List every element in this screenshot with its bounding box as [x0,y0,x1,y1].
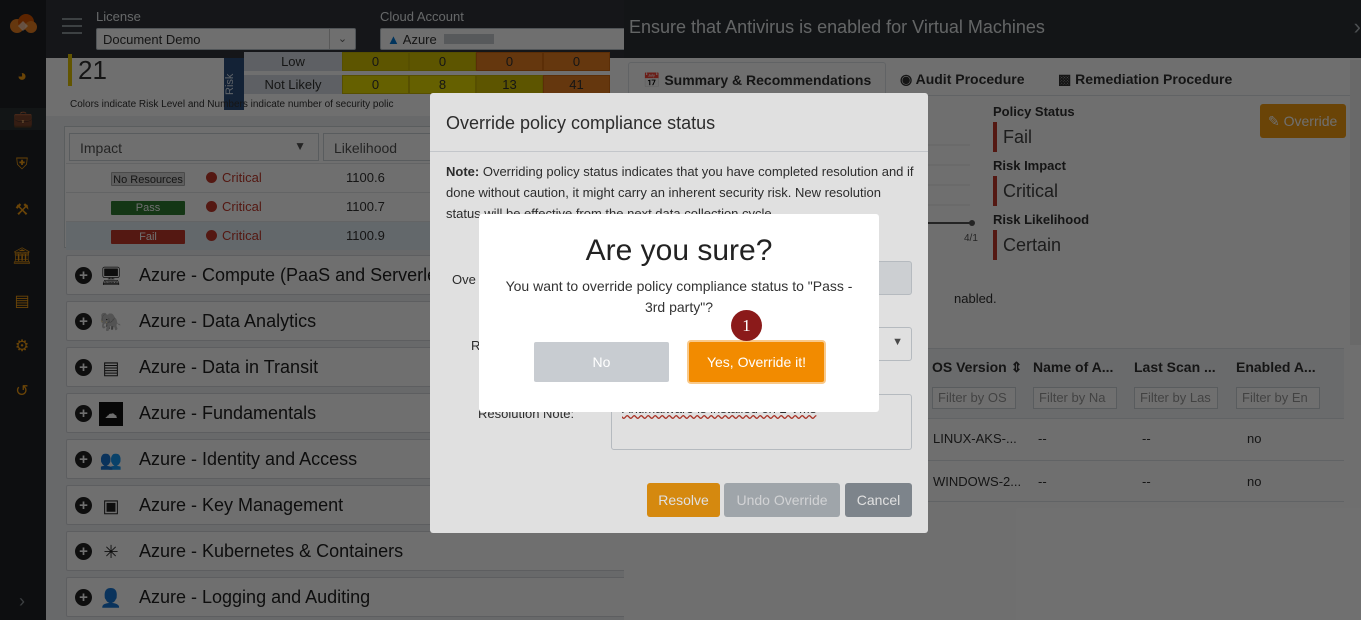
confirm-dialog: Are you sure? You want to override polic… [479,214,879,412]
no-button[interactable]: No [534,342,669,382]
confirm-title: Are you sure? [585,234,773,267]
app-root: ◕ 💼 ⛨ ⚒ 🏛 ▤ ⚙ ↺ › License Document Demo … [0,0,1361,620]
confirm-text: You want to override policy compliance s… [505,278,853,315]
step-marker: 1 [731,310,762,341]
yes-override-button[interactable]: Yes, Override it! [689,342,824,382]
